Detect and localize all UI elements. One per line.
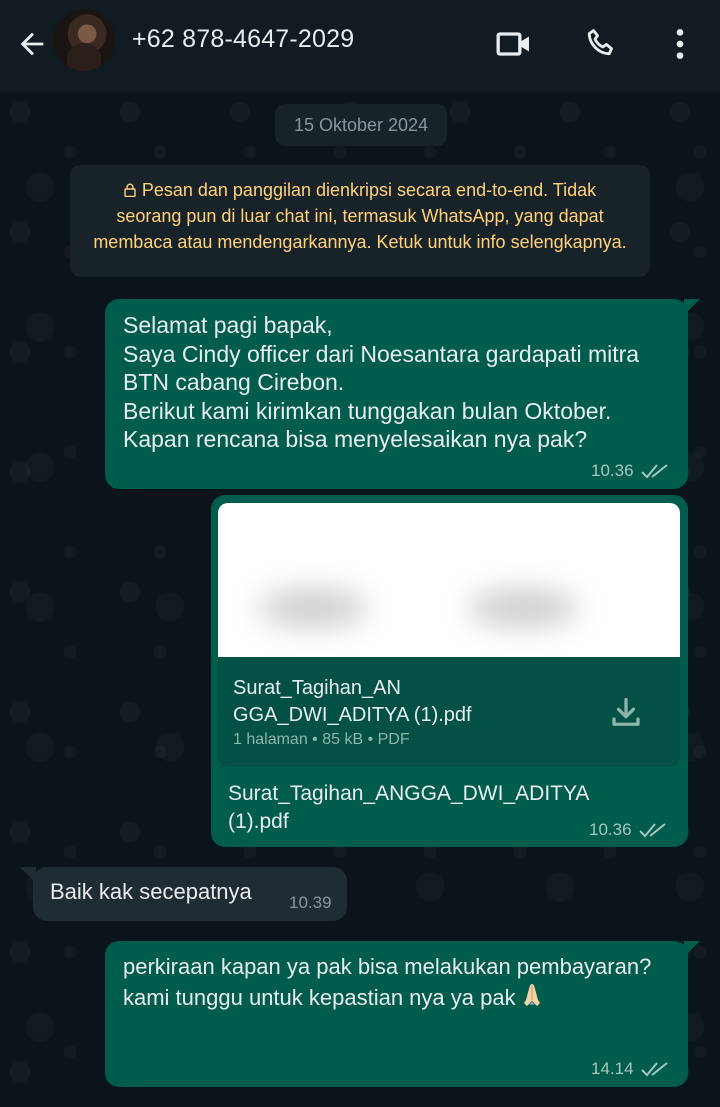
voice-call-icon: [587, 29, 613, 56]
message-meta: 10.36: [591, 461, 670, 481]
message-time: 10.36: [589, 820, 632, 839]
document-caption: Surat_Tagihan_ANGGA_DWI_ADITYA (1).pdf: [228, 782, 589, 833]
read-ticks-icon: [638, 823, 666, 838]
message-text-body: perkiraan kapan ya pak bisa melakukan pe…: [123, 954, 652, 1010]
bubble-tail: [684, 941, 700, 957]
message-meta: 14.14: [591, 1059, 670, 1079]
document-meta: 1 halaman • 85 kB • PDF: [233, 731, 410, 748]
contact-avatar[interactable]: [53, 9, 115, 71]
back-button[interactable]: [10, 22, 54, 66]
message-meta: 10.39: [289, 893, 332, 913]
bubble-tail: [684, 299, 700, 315]
document-name: Surat_Tagihan_AN GGA_DWI_ADITYA (1).pdf: [233, 677, 472, 726]
message-meta: 10.36: [589, 820, 668, 840]
read-ticks-icon: [640, 464, 668, 479]
encryption-notice-text: Pesan dan panggilan dienkripsi secara en…: [93, 180, 627, 252]
folded-hands-emoji: [520, 982, 544, 1008]
lock-icon: [124, 183, 136, 197]
date-chip: 15 Oktober 2024: [275, 104, 447, 146]
document-info[interactable]: Surat_Tagihan_AN GGA_DWI_ADITYA (1).pdf …: [218, 657, 680, 767]
voice-call-button[interactable]: [580, 22, 624, 66]
message-time: 14.14: [591, 1059, 634, 1078]
message-text: Baik kak secepatnya: [50, 879, 252, 904]
download-icon: [612, 697, 640, 726]
download-button[interactable]: [604, 691, 648, 735]
read-ticks-icon: [640, 1062, 668, 1077]
contact-name[interactable]: +62 878-4647-2029: [132, 25, 354, 54]
video-call-icon: [496, 32, 529, 56]
preview-blur: [468, 588, 578, 628]
preview-blur: [258, 588, 368, 628]
message-text: Selamat pagi bapak, Saya Cindy officer d…: [123, 312, 640, 452]
video-call-button[interactable]: [492, 22, 536, 66]
message-time: 10.39: [289, 893, 332, 912]
message-text: perkiraan kapan ya pak bisa melakukan pe…: [123, 952, 663, 1012]
chat-header: +62 878-4647-2029: [0, 0, 720, 92]
back-arrow-icon: [20, 32, 44, 56]
encryption-notice[interactable]: Pesan dan panggilan dienkripsi secara en…: [70, 165, 650, 277]
more-options-button[interactable]: [658, 22, 702, 66]
bubble-tail: [20, 867, 36, 883]
message-time: 10.36: [591, 461, 634, 480]
more-options-icon: [676, 29, 684, 59]
document-preview[interactable]: [218, 503, 680, 657]
